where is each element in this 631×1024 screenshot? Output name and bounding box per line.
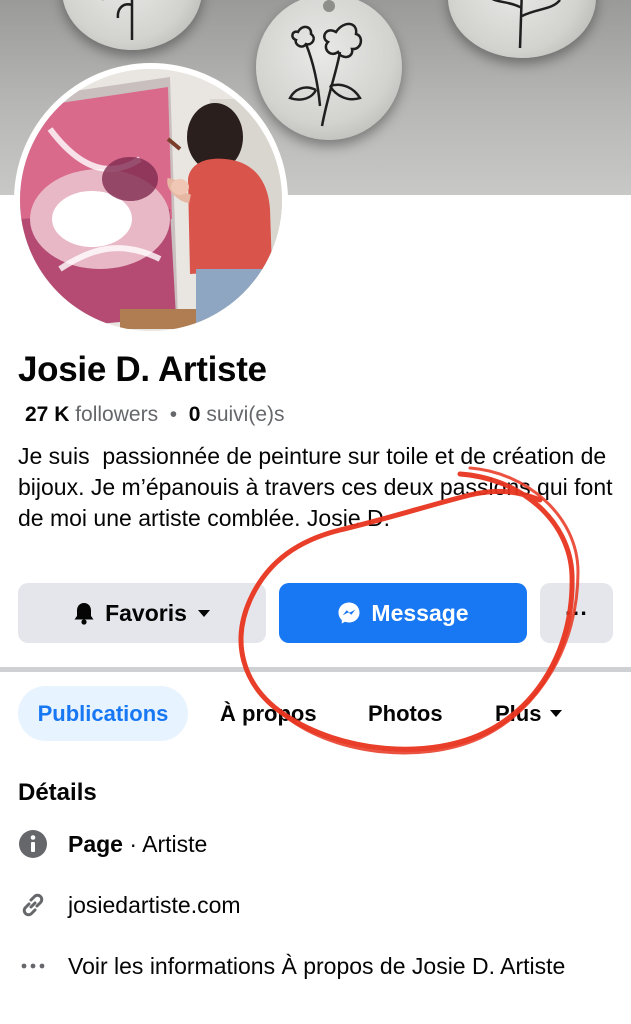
info-icon — [18, 829, 48, 859]
more-options-button[interactable]: ··· — [540, 583, 613, 643]
avatar-photo — [20, 69, 282, 331]
followers-label[interactable]: followers — [75, 403, 158, 426]
profile-stats: 27 K followers • 0 suivi(e)s — [25, 403, 285, 427]
tab-photos[interactable]: Photos — [368, 686, 443, 741]
detail-page-category: Page · Artiste — [18, 829, 578, 859]
favorites-button[interactable]: Favoris — [18, 583, 266, 643]
tab-publications[interactable]: Publications — [18, 686, 188, 741]
stats-separator: • — [169, 403, 178, 426]
details-title: Détails — [18, 779, 97, 806]
see-more-about[interactable]: Voir les informations À propos de Josie … — [68, 951, 578, 981]
section-divider — [0, 667, 631, 672]
detail-see-more[interactable]: Voir les informations À propos de Josie … — [18, 951, 578, 981]
message-button[interactable]: Message — [279, 583, 527, 643]
caret-down-icon — [197, 609, 211, 618]
followers-count[interactable]: 27 K — [25, 403, 69, 426]
pendant-image-right — [448, 0, 596, 58]
following-label[interactable]: suivi(e)s — [206, 403, 284, 426]
bell-icon — [73, 601, 95, 625]
tab-label: À propos — [220, 700, 317, 726]
message-label: Message — [371, 599, 469, 626]
tab-about[interactable]: À propos — [220, 686, 317, 741]
page-label: Page — [68, 831, 123, 857]
ellipsis-icon — [18, 951, 48, 981]
tab-label: Photos — [368, 700, 443, 726]
favorites-label: Favoris — [105, 599, 187, 626]
pendant-image-left — [62, 0, 202, 50]
detail-website[interactable]: josiedartiste.com — [18, 890, 578, 920]
profile-avatar[interactable] — [14, 63, 288, 337]
messenger-icon — [337, 601, 361, 625]
link-icon — [18, 890, 48, 920]
profile-name: Josie D. Artiste — [18, 350, 267, 389]
caret-down-icon — [549, 709, 563, 718]
profile-bio: Je suis passionnée de peinture sur toile… — [18, 443, 619, 531]
page-category: · Artiste — [122, 831, 208, 857]
ellipsis-icon: ··· — [565, 599, 588, 626]
tab-more[interactable]: Plus — [495, 686, 563, 741]
following-count[interactable]: 0 — [189, 403, 201, 426]
tab-label: Publications — [37, 700, 169, 726]
website-link[interactable]: josiedartiste.com — [68, 890, 578, 920]
tab-label: Plus — [495, 700, 542, 726]
